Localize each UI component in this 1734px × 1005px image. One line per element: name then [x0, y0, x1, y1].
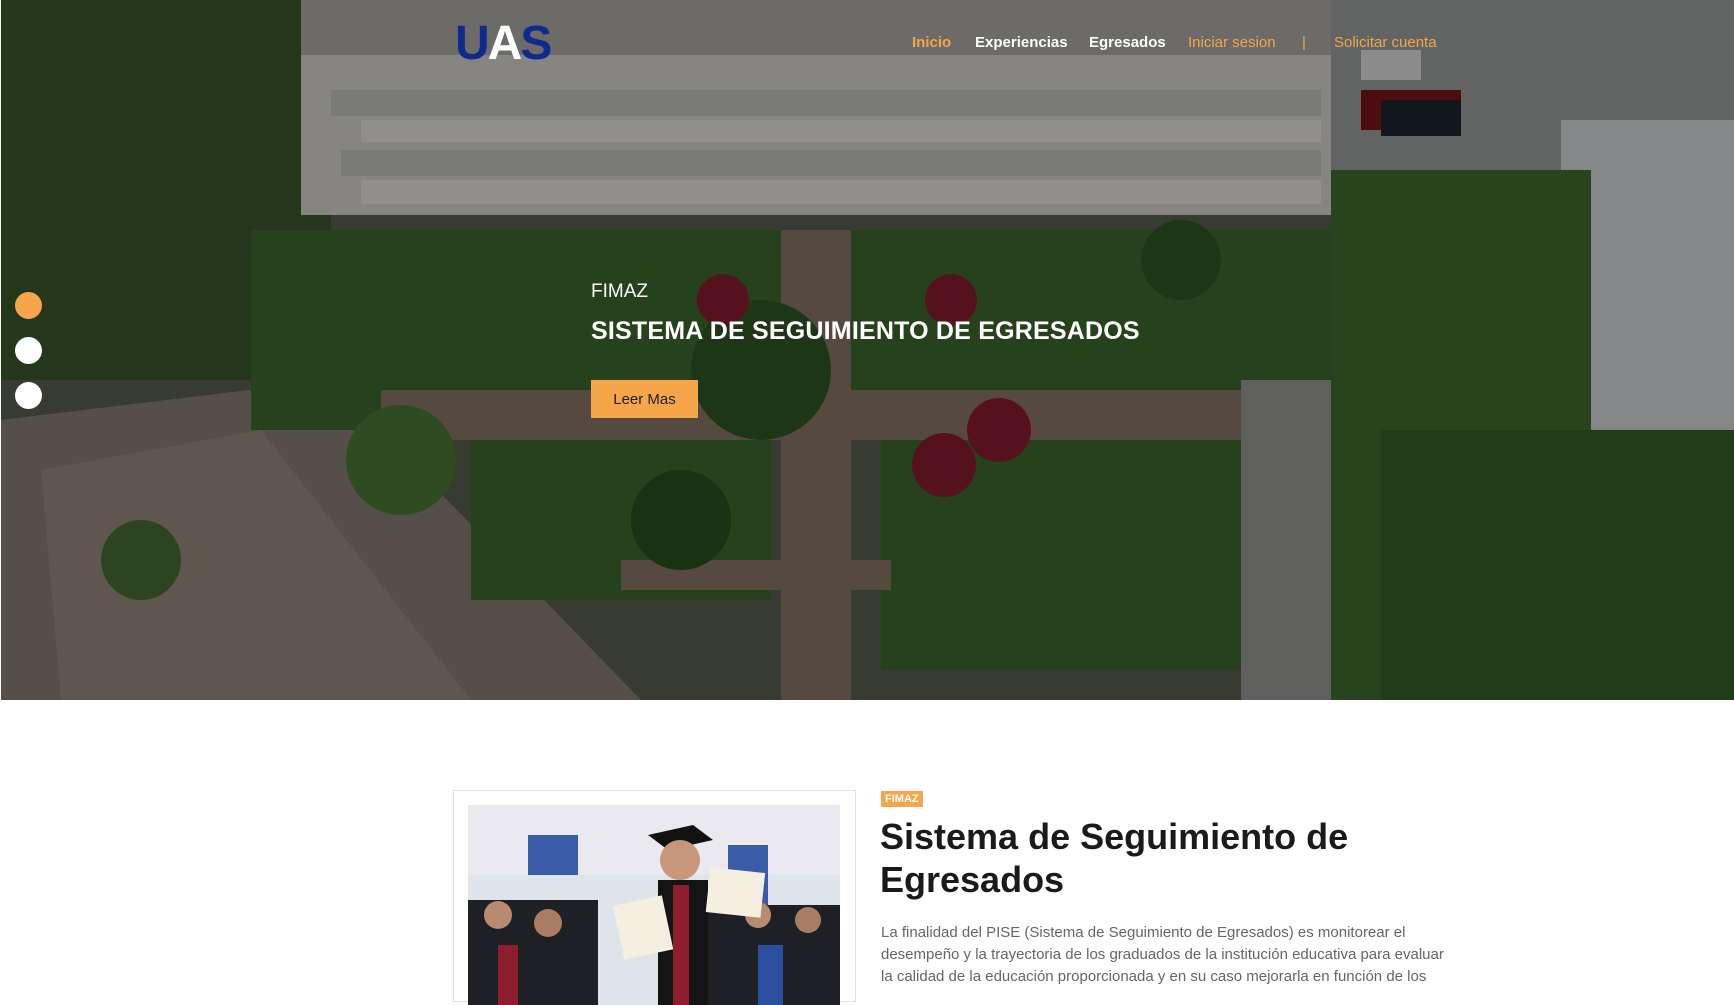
nav-separator: |	[1302, 34, 1306, 51]
hero-title: SISTEMA DE SEGUIMIENTO DE EGRESADOS	[591, 317, 1140, 345]
nav-link-solicitar-cuenta[interactable]: Solicitar cuenta	[1334, 34, 1437, 51]
content-title: Sistema de Seguimiento de Egresados	[880, 816, 1349, 900]
nav-link-inicio[interactable]: Inicio	[912, 34, 951, 51]
content-description: La finalidad del PISE (Sistema de Seguim…	[881, 924, 1444, 985]
content-tag: FIMAZ	[881, 791, 923, 807]
hero-dark-overlay	[1, 0, 1734, 700]
nav-link-experiencias[interactable]: Experiencias	[975, 34, 1068, 51]
graduation-photo-card	[453, 790, 856, 1005]
graduate-image	[468, 805, 840, 1005]
main-nav: Inicio Experiencias Egresados Iniciar se…	[0, 34, 1734, 56]
nav-link-iniciar-sesion[interactable]: Iniciar sesion	[1188, 34, 1276, 51]
graduation-photo	[468, 805, 840, 1005]
hero-kicker: FIMAZ	[591, 281, 648, 302]
nav-link-egresados[interactable]: Egresados	[1089, 34, 1166, 51]
hero-banner	[1, 0, 1734, 700]
slider-dot-2[interactable]	[15, 337, 42, 364]
leer-mas-button[interactable]: Leer Mas	[591, 380, 698, 418]
slider-dot-3[interactable]	[15, 382, 42, 409]
slider-dot-1[interactable]	[15, 292, 42, 319]
